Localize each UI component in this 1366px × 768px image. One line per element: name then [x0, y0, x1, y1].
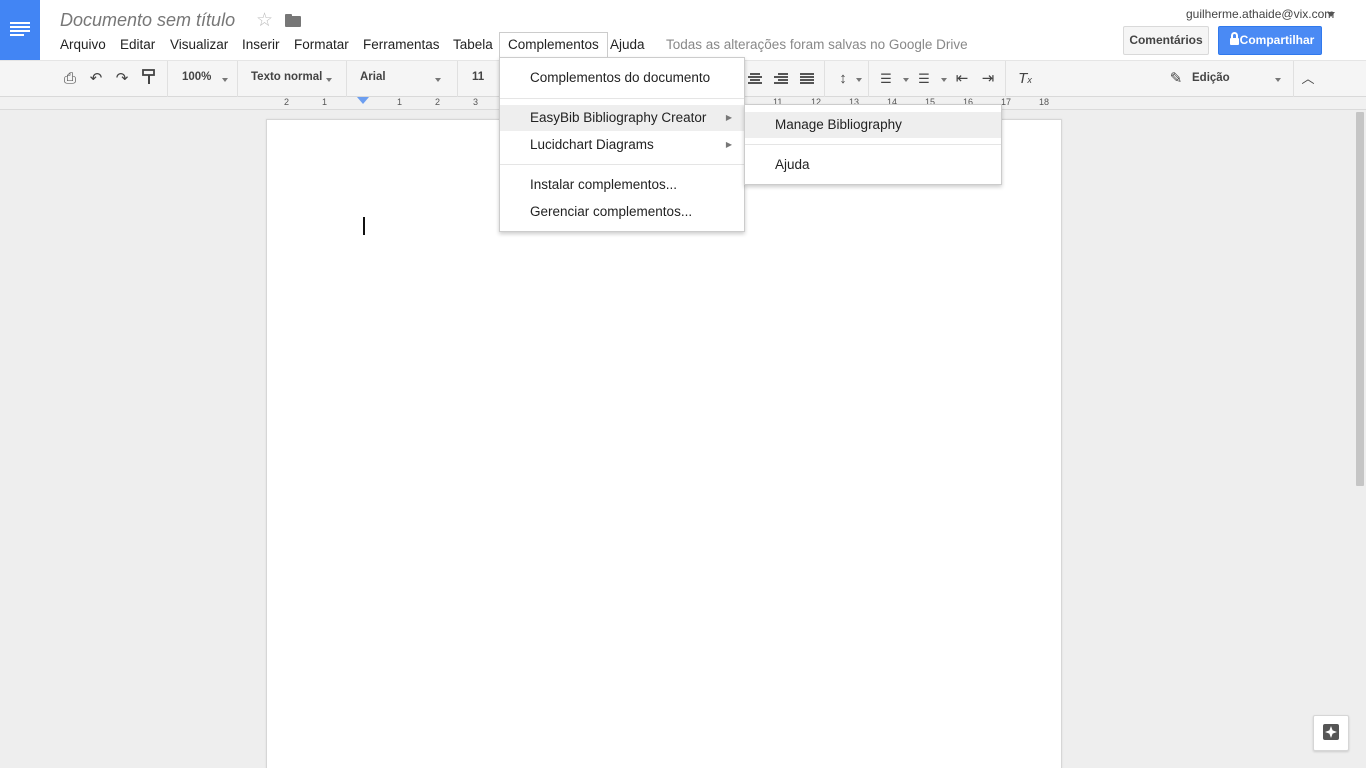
increase-indent-icon[interactable]: ⇥ — [978, 69, 998, 89]
menu-item-easybib-help[interactable]: Ajuda — [745, 152, 1001, 178]
menu-ferramentas[interactable]: Ferramentas — [355, 32, 448, 58]
chevron-down-icon[interactable] — [222, 78, 228, 82]
user-account[interactable]: guilherme.athaide@vix.com — [1186, 7, 1334, 21]
submenu-arrow-icon: ▶ — [725, 140, 732, 149]
align-center-icon[interactable] — [748, 73, 762, 84]
menu-item-manage-bibliography[interactable]: Manage Bibliography — [745, 112, 1001, 138]
align-justify-icon[interactable] — [800, 73, 814, 84]
menu-item-easybib[interactable]: EasyBib Bibliography Creator ▶ — [500, 105, 744, 131]
menu-item-lucidchart-label: Lucidchart Diagrams — [530, 137, 654, 152]
indent-marker-icon[interactable] — [357, 97, 369, 104]
chevron-down-icon[interactable] — [326, 78, 332, 82]
font-size-select[interactable]: 11 — [472, 71, 484, 83]
menu-item-install-addons[interactable]: Instalar complementos... — [500, 172, 744, 198]
ruler-label: 18 — [1039, 97, 1050, 107]
ruler-label: 2 — [284, 97, 290, 107]
lock-icon — [1230, 32, 1239, 45]
ruler-label: 2 — [435, 97, 441, 107]
addons-menu: Complementos do documento EasyBib Biblio… — [499, 57, 745, 232]
menu-item-easybib-label: EasyBib Bibliography Creator — [530, 110, 707, 125]
chevron-down-icon[interactable] — [1275, 78, 1281, 82]
explore-icon — [1323, 724, 1339, 740]
print-icon[interactable]: ⎙ — [60, 69, 80, 89]
document-title[interactable]: Documento sem título — [60, 10, 235, 31]
share-button[interactable]: Compartilhar — [1218, 26, 1322, 55]
chevron-down-icon[interactable] — [903, 78, 909, 82]
pencil-icon: ✎ — [1169, 70, 1183, 87]
undo-icon[interactable]: ↶ — [86, 69, 106, 89]
font-select[interactable]: Arial — [360, 71, 386, 83]
menu-item-document-addons[interactable]: Complementos do documento — [500, 65, 744, 91]
ruler-label: 17 — [1001, 97, 1012, 107]
clear-formatting-icon[interactable]: Tx — [1015, 69, 1035, 89]
ruler-label: 3 — [473, 97, 479, 107]
line-spacing-icon[interactable]: ↕ — [833, 69, 853, 89]
chevron-down-icon[interactable] — [1327, 12, 1335, 17]
share-label: Compartilhar — [1239, 33, 1315, 47]
chevron-down-icon[interactable] — [856, 78, 862, 82]
scrollbar-thumb[interactable] — [1356, 112, 1364, 486]
menu-item-manage-addons[interactable]: Gerenciar complementos... — [500, 199, 744, 225]
align-right-icon[interactable] — [774, 73, 788, 84]
easybib-submenu: Manage Bibliography Ajuda — [744, 104, 1002, 185]
menu-visualizar[interactable]: Visualizar — [162, 32, 236, 58]
text-cursor — [363, 217, 365, 235]
decrease-indent-icon[interactable]: ⇤ — [952, 69, 972, 89]
menu-ajuda[interactable]: Ajuda — [602, 32, 653, 58]
bulleted-list-icon[interactable]: ☰ — [914, 69, 934, 89]
app-header: Documento sem título ☆ Arquivo Editar Vi… — [0, 0, 1366, 60]
save-status[interactable]: Todas as alterações foram salvas no Goog… — [666, 37, 968, 52]
mode-select[interactable]: Edição — [1192, 72, 1230, 84]
menu-arquivo[interactable]: Arquivo — [52, 32, 114, 58]
menu-complementos[interactable]: Complementos — [499, 32, 608, 59]
folder-icon[interactable] — [285, 14, 301, 27]
menu-inserir[interactable]: Inserir — [234, 32, 288, 58]
star-icon[interactable]: ☆ — [256, 9, 273, 32]
menu-editar[interactable]: Editar — [112, 32, 163, 58]
redo-icon[interactable]: ↷ — [112, 69, 132, 89]
menu-item-lucidchart[interactable]: Lucidchart Diagrams ▶ — [500, 132, 744, 158]
zoom-select[interactable]: 100% — [182, 71, 211, 83]
menu-formatar[interactable]: Formatar — [286, 32, 357, 58]
menu-tabela[interactable]: Tabela — [445, 32, 501, 58]
explore-button[interactable] — [1313, 715, 1349, 751]
chevron-down-icon[interactable] — [941, 78, 947, 82]
style-select[interactable]: Texto normal — [251, 71, 322, 83]
comments-button[interactable]: Comentários — [1123, 26, 1209, 55]
paint-format-icon[interactable] — [139, 69, 159, 89]
numbered-list-icon[interactable]: ☰ — [876, 69, 896, 89]
chevron-down-icon[interactable] — [435, 78, 441, 82]
docs-logo-icon[interactable] — [0, 0, 40, 60]
ruler-label: 1 — [397, 97, 403, 107]
submenu-arrow-icon: ▶ — [725, 113, 732, 122]
collapse-toolbar-icon[interactable]: ︿ — [1298, 69, 1318, 89]
ruler-label: 1 — [322, 97, 328, 107]
